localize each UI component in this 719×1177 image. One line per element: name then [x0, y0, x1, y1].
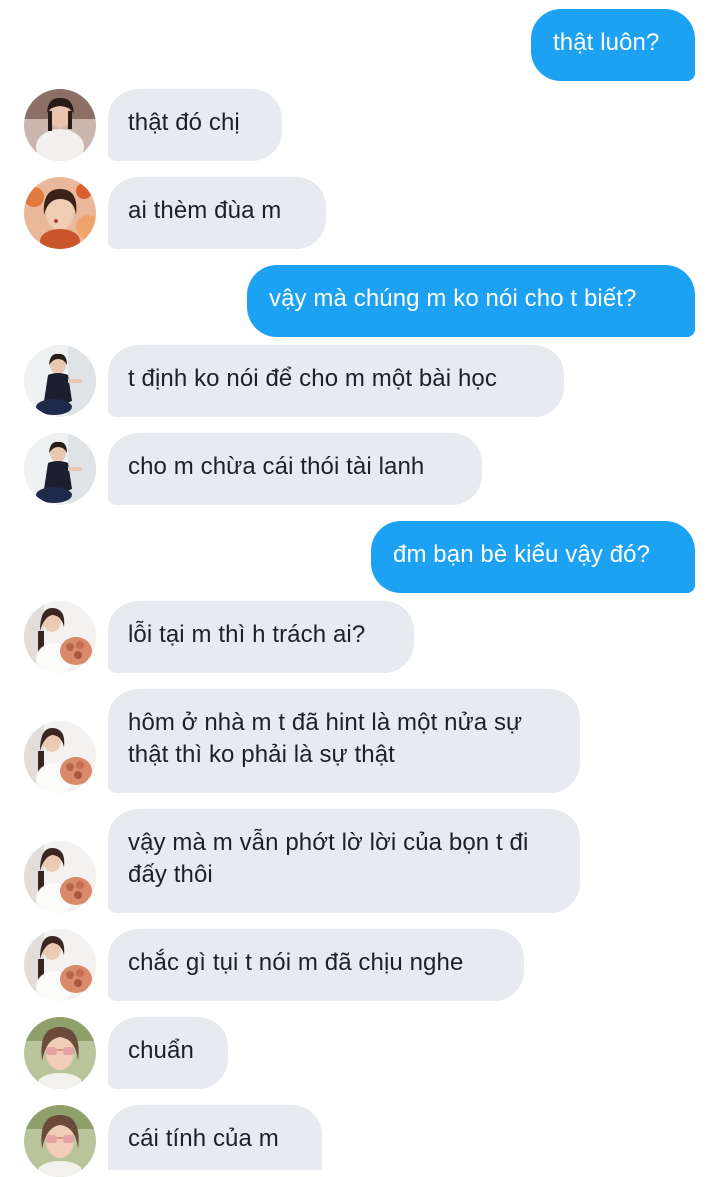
incoming-message-bubble[interactable]: ai thèm đùa m: [108, 177, 326, 249]
avatar-woman-flowers-icon[interactable]: [24, 177, 96, 249]
message-row: chắc gì tụi t nói m đã chịu nghe: [0, 929, 719, 1001]
incoming-message-bubble[interactable]: cho m chừa cái thói tài lanh: [108, 433, 482, 505]
message-row: ai thèm đùa m: [0, 177, 719, 249]
incoming-message-bubble[interactable]: lỗi tại m thì h trách ai?: [108, 601, 414, 673]
message-row: thật luôn?: [0, 9, 719, 81]
message-row: đm bạn bè kiểu vậy đó?: [0, 521, 719, 593]
message-row: chuẩn: [0, 1017, 719, 1089]
outgoing-message-bubble[interactable]: thật luôn?: [531, 9, 695, 81]
incoming-message-bubble[interactable]: thật đó chị: [108, 89, 282, 161]
avatar-woman-sunglasses-icon[interactable]: [24, 1017, 96, 1089]
message-row: cái tính của m: [0, 1105, 719, 1170]
outgoing-message-bubble[interactable]: đm bạn bè kiểu vậy đó?: [371, 521, 695, 593]
message-row: vậy mà m vẫn phớt lờ lời của bọn t đi đấ…: [0, 809, 719, 913]
incoming-message-bubble[interactable]: hôm ở nhà m t đã hint là một nửa sự thật…: [108, 689, 580, 793]
incoming-message-bubble[interactable]: chuẩn: [108, 1017, 228, 1089]
outgoing-message-bubble[interactable]: vậy mà chúng m ko nói cho t biết?: [247, 265, 695, 337]
incoming-message-bubble[interactable]: chắc gì tụi t nói m đã chịu nghe: [108, 929, 524, 1001]
avatar-woman-white-top-icon[interactable]: [24, 89, 96, 161]
message-row: thật đó chị: [0, 89, 719, 161]
avatar-woman-black-dress-icon[interactable]: [24, 433, 96, 505]
avatar-woman-bouquet-icon[interactable]: [24, 841, 96, 913]
conversation-thread: thật luôn? thật đó chị ai thèm đùa m vậy…: [0, 0, 719, 1170]
message-row: vậy mà chúng m ko nói cho t biết?: [0, 265, 719, 337]
avatar-woman-bouquet-icon[interactable]: [24, 929, 96, 1001]
message-row: cho m chừa cái thói tài lanh: [0, 433, 719, 505]
message-row: lỗi tại m thì h trách ai?: [0, 601, 719, 673]
message-row: hôm ở nhà m t đã hint là một nửa sự thật…: [0, 689, 719, 793]
incoming-message-bubble[interactable]: cái tính của m: [108, 1105, 322, 1170]
avatar-woman-black-dress-icon[interactable]: [24, 345, 96, 417]
incoming-message-bubble[interactable]: t định ko nói để cho m một bài học: [108, 345, 564, 417]
avatar-woman-bouquet-icon[interactable]: [24, 601, 96, 673]
avatar-woman-sunglasses-icon[interactable]: [24, 1105, 96, 1177]
message-row: t định ko nói để cho m một bài học: [0, 345, 719, 417]
incoming-message-bubble[interactable]: vậy mà m vẫn phớt lờ lời của bọn t đi đấ…: [108, 809, 580, 913]
avatar-woman-bouquet-icon[interactable]: [24, 721, 96, 793]
